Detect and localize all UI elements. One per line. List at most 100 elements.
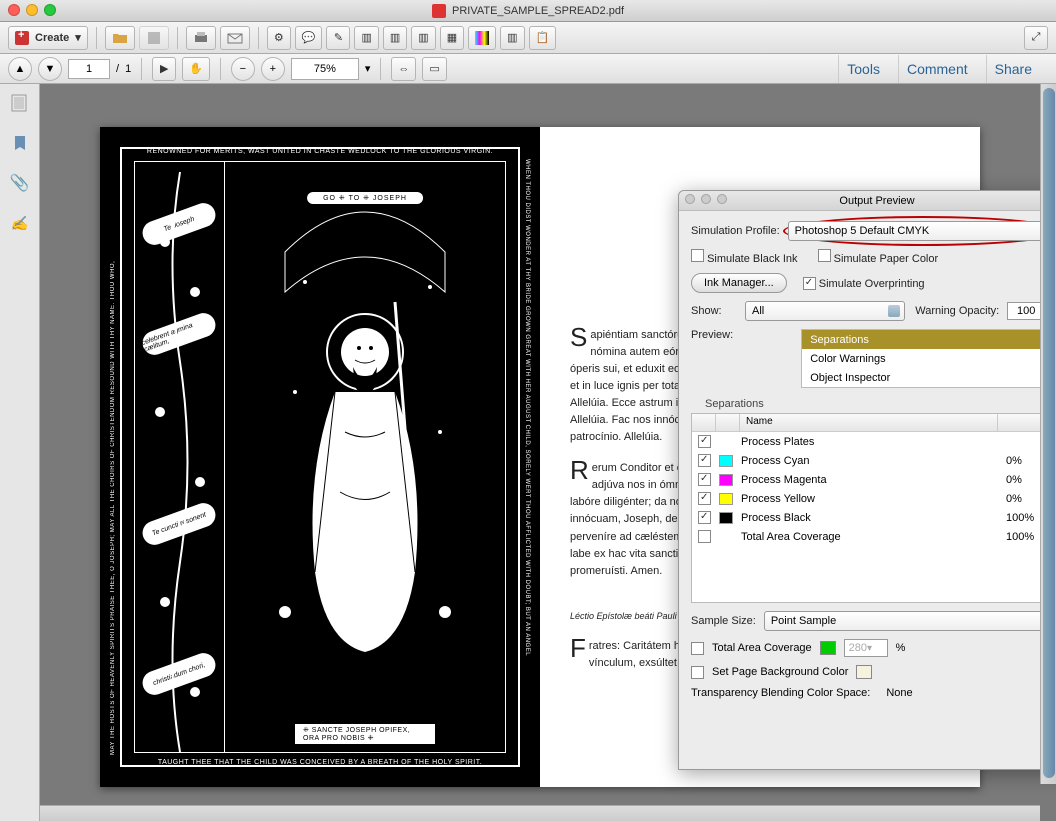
ink-manager-button[interactable]: Ink Manager...	[691, 273, 787, 293]
comment-link[interactable]: Comment	[898, 55, 976, 83]
percent-label-2: %	[896, 642, 906, 654]
separation-row[interactable]: Process Black100%	[692, 508, 1056, 527]
fit-page-icon: ▭	[429, 62, 439, 75]
fit-page-button[interactable]: ▭	[422, 57, 446, 81]
simulate-overprinting-checkbox[interactable]	[803, 277, 816, 290]
close-button[interactable]	[8, 4, 20, 16]
separation-row[interactable]: Process Plates	[692, 432, 1056, 451]
panel-zoom-button[interactable]	[717, 194, 727, 204]
scrollbar-thumb[interactable]	[1043, 88, 1055, 778]
create-button[interactable]: Create ▾	[8, 26, 88, 50]
share-link[interactable]: Share	[986, 55, 1040, 83]
preview-option-color-warnings[interactable]: Color Warnings	[802, 349, 1056, 368]
tool-a-button[interactable]: ▥	[354, 26, 378, 50]
print-button[interactable]	[186, 26, 216, 50]
sig-icon: ✍	[11, 215, 28, 232]
simulate-black-ink-checkbox[interactable]	[691, 249, 704, 262]
expand-icon: ⤢	[1032, 31, 1041, 44]
highlight-button[interactable]: ✎	[326, 26, 350, 50]
save-button[interactable]	[139, 26, 169, 50]
tac-color-swatch[interactable]	[820, 641, 836, 655]
tool-g-button[interactable]: 📋	[529, 26, 557, 50]
dropdown-arrow-icon: ▾	[75, 31, 81, 44]
tool-c-button[interactable]: ▥	[411, 26, 435, 50]
navigation-toolbar: ▲ ▼ / 1 ▶ ✋ − + ▾ ⇔ ▭ Tools Comment Shar…	[0, 54, 1056, 84]
panel-minimize-button[interactable]	[701, 194, 711, 204]
woodcut-illustration: RENOWNED FOR MERITS, WAST UNITED IN CHAS…	[120, 147, 520, 767]
show-label: Show:	[691, 305, 737, 317]
panel-close-button[interactable]	[685, 194, 695, 204]
hand-tool-button[interactable]: ✋	[182, 57, 210, 81]
zoom-select[interactable]	[291, 58, 359, 80]
thumbnails-tab[interactable]	[8, 92, 32, 114]
attachments-tab[interactable]: 📎	[8, 172, 32, 194]
tool-e-button[interactable]	[468, 26, 496, 50]
page-up-button[interactable]: ▲	[8, 57, 32, 81]
plate-checkbox[interactable]	[698, 492, 711, 505]
separation-row[interactable]: Process Magenta0%	[692, 470, 1056, 489]
separation-row[interactable]: Process Yellow0%	[692, 489, 1056, 508]
sample-size-select[interactable]: Point Sample	[764, 611, 1056, 631]
tool-b-button[interactable]: ▥	[383, 26, 407, 50]
minimize-button[interactable]	[26, 4, 38, 16]
separation-row[interactable]: Total Area Coverage100%	[692, 527, 1056, 546]
page-left-panel: RENOWNED FOR MERITS, WAST UNITED IN CHAS…	[100, 127, 540, 787]
plate-swatch	[719, 493, 733, 505]
page-number-input[interactable]	[68, 59, 110, 79]
zoom-in-button[interactable]: +	[261, 57, 285, 81]
vertical-scrollbar[interactable]	[1040, 84, 1056, 784]
name-column-header: Name	[740, 414, 998, 431]
output-preview-panel[interactable]: Output Preview Simulation Profile: Photo…	[678, 190, 1056, 770]
tools-link[interactable]: Tools	[838, 55, 888, 83]
expand-button[interactable]: ⤢	[1024, 26, 1048, 50]
plate-checkbox[interactable]	[698, 473, 711, 486]
set-page-bg-checkbox[interactable]	[691, 666, 704, 679]
page-separator: /	[116, 63, 119, 75]
comment-button[interactable]: 💬	[295, 26, 323, 50]
zoom-out-button[interactable]: −	[231, 57, 255, 81]
email-button[interactable]	[220, 26, 250, 50]
fit-width-icon: ⇔	[398, 63, 409, 75]
down-arrow-icon: ▼	[45, 63, 56, 75]
preview-option-separations[interactable]: Separations	[802, 330, 1056, 349]
horizontal-scrollbar[interactable]	[40, 805, 1040, 821]
sim-profile-select[interactable]: Photoshop 5 Default CMYK	[788, 221, 1056, 241]
tac-threshold-select[interactable]: 280 ▾	[844, 639, 888, 657]
signatures-tab[interactable]: ✍	[8, 212, 32, 234]
highlight-icon: ✎	[334, 31, 343, 44]
create-label: Create	[35, 32, 69, 44]
plate-checkbox[interactable]	[698, 530, 711, 543]
clipboard-icon: 📋	[536, 31, 550, 44]
right-links: Tools Comment Share	[838, 55, 1048, 83]
dropdown-arrow-icon[interactable]: ▾	[365, 62, 371, 75]
simulate-paper-color-checkbox[interactable]	[818, 249, 831, 262]
zoom-button[interactable]	[44, 4, 56, 16]
simulate-paper-color-label: Simulate Paper Color	[834, 253, 939, 265]
panel-titlebar[interactable]: Output Preview	[679, 191, 1056, 211]
bookmarks-tab[interactable]	[8, 132, 32, 154]
fit-width-button[interactable]: ⇔	[391, 57, 416, 81]
page-down-button[interactable]: ▼	[38, 57, 62, 81]
panel-window-controls	[685, 194, 727, 204]
open-button[interactable]	[105, 26, 135, 50]
plate-checkbox[interactable]	[698, 435, 711, 448]
plate-checkbox[interactable]	[698, 454, 711, 467]
tool-d-button[interactable]: ▦	[440, 26, 464, 50]
woodcut-right-text: WHEN THOU DIDST WONDER AT THY BRIDE GROW…	[524, 159, 530, 755]
plate-checkbox[interactable]	[698, 511, 711, 524]
plate-name: Process Plates	[741, 436, 998, 448]
transparency-label: Transparency Blending Color Space:	[691, 687, 870, 699]
page-icon: ▥	[361, 31, 371, 44]
preview-option-object-inspector[interactable]: Object Inspector	[802, 368, 1056, 387]
tool-f-button[interactable]: ▥	[500, 26, 524, 50]
select-tool-button[interactable]: ▶	[152, 57, 176, 81]
total-area-coverage-label: Total Area Coverage	[712, 642, 812, 654]
gear-button[interactable]: ⚙	[267, 26, 291, 50]
create-icon	[15, 31, 29, 45]
total-area-coverage-checkbox[interactable]	[691, 642, 704, 655]
dropcap-1: S	[570, 327, 590, 348]
separations-heading: Separations	[705, 398, 1056, 410]
separation-row[interactable]: Process Cyan0%	[692, 451, 1056, 470]
page-bg-swatch[interactable]	[856, 665, 872, 679]
show-select[interactable]: All	[745, 301, 905, 321]
